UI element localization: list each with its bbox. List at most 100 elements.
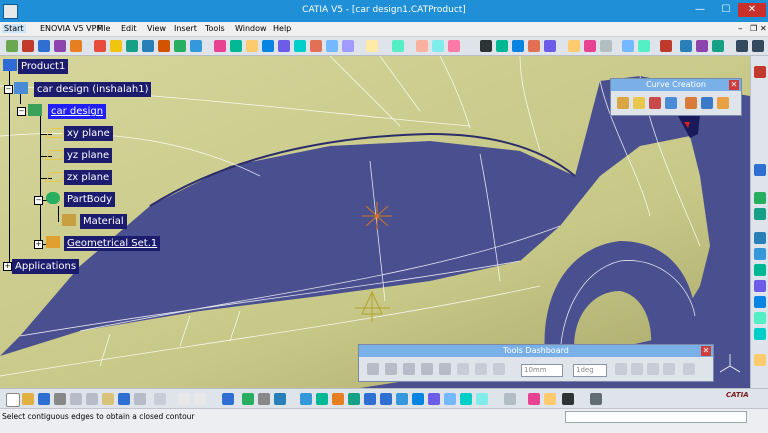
part-icon[interactable]: [28, 104, 42, 116]
tool-icon[interactable]: [622, 40, 634, 52]
tool-icon[interactable]: [504, 393, 516, 405]
undo-icon[interactable]: [118, 393, 130, 405]
view-icon[interactable]: [412, 393, 424, 405]
menu-enovia[interactable]: ENOVIA V5 VPM: [40, 24, 103, 33]
table-icon[interactable]: [222, 393, 234, 405]
tool-icon[interactable]: [392, 40, 404, 52]
view-icon[interactable]: [428, 393, 440, 405]
tree-node-zx-plane[interactable]: zx plane: [64, 170, 113, 185]
copy-icon[interactable]: [86, 393, 98, 405]
open-file-icon[interactable]: [22, 393, 34, 405]
connect-curve-icon[interactable]: [665, 97, 677, 109]
close-button[interactable]: ✕: [738, 3, 766, 17]
doc-close-button[interactable]: ✕: [760, 24, 767, 33]
dashboard-tool-icon[interactable]: [647, 363, 659, 375]
expand-icon[interactable]: +: [3, 262, 12, 271]
fit-all-icon[interactable]: [316, 393, 328, 405]
hide-show-icon[interactable]: [460, 393, 472, 405]
geometrical-set-icon[interactable]: [46, 236, 60, 248]
spline-icon[interactable]: [617, 97, 629, 109]
tool-icon[interactable]: [246, 40, 258, 52]
tool-icon[interactable]: [22, 40, 34, 52]
tool-icon[interactable]: [70, 40, 82, 52]
zoom-out-icon[interactable]: [380, 393, 392, 405]
tree-node-geometrical-set[interactable]: Geometrical Set.1: [64, 236, 161, 251]
tools-dashboard-close-button[interactable]: ✕: [701, 346, 711, 356]
menu-file[interactable]: File: [97, 24, 110, 33]
tool-icon[interactable]: [432, 40, 444, 52]
tool-icon[interactable]: [242, 393, 254, 405]
angle-step-field[interactable]: 1deg: [573, 364, 607, 377]
comment-icon[interactable]: [194, 393, 206, 405]
dashboard-tool-icon[interactable]: [457, 363, 469, 375]
tool-icon[interactable]: [544, 393, 556, 405]
tool-icon[interactable]: [600, 40, 612, 52]
tool-icon[interactable]: [94, 40, 106, 52]
tree-node-xy-plane[interactable]: xy plane: [64, 126, 113, 141]
dashboard-tool-icon[interactable]: [367, 363, 379, 375]
collapse-icon[interactable]: −: [4, 85, 13, 94]
tool-icon[interactable]: [158, 40, 170, 52]
normal-view-icon[interactable]: [396, 393, 408, 405]
tree-node-product1[interactable]: Product1: [18, 59, 69, 74]
tool-icon[interactable]: [754, 192, 766, 204]
circle-icon[interactable]: [685, 97, 697, 109]
expand-icon[interactable]: +: [34, 240, 43, 249]
tool-icon[interactable]: [660, 40, 672, 52]
tool-icon[interactable]: [342, 40, 354, 52]
dashboard-tool-icon[interactable]: [439, 363, 451, 375]
tool-icon[interactable]: [528, 393, 540, 405]
dashboard-tool-icon[interactable]: [631, 363, 643, 375]
tool-icon[interactable]: [496, 40, 508, 52]
tool-icon[interactable]: [480, 40, 492, 52]
tool-icon[interactable]: [230, 40, 242, 52]
tool-icon[interactable]: [278, 40, 290, 52]
dashboard-tool-icon[interactable]: [663, 363, 675, 375]
collapse-icon[interactable]: −: [17, 107, 26, 116]
helix-icon[interactable]: [717, 97, 729, 109]
menu-insert[interactable]: Insert: [174, 24, 197, 33]
tool-icon[interactable]: [754, 208, 766, 220]
tool-icon[interactable]: [326, 40, 338, 52]
formula-icon[interactable]: [178, 393, 190, 405]
grid-icon[interactable]: [683, 363, 695, 375]
corner-icon[interactable]: [649, 97, 661, 109]
menu-window[interactable]: Window: [235, 24, 267, 33]
doc-minimize-button[interactable]: –: [738, 24, 743, 34]
maximize-button[interactable]: ☐: [716, 3, 736, 17]
tree-node-material[interactable]: Material: [80, 214, 127, 229]
tree-node-partbody[interactable]: PartBody: [64, 192, 115, 207]
tool-icon[interactable]: [568, 40, 580, 52]
tool-icon[interactable]: [752, 40, 764, 52]
tool-icon[interactable]: [38, 40, 50, 52]
tool-icon[interactable]: [590, 393, 602, 405]
tool-icon[interactable]: [262, 40, 274, 52]
select-arrow-icon[interactable]: [754, 164, 766, 176]
command-input[interactable]: [565, 411, 747, 423]
new-file-icon[interactable]: [6, 393, 20, 407]
help-icon[interactable]: [154, 393, 166, 405]
partbody-gear-icon[interactable]: [46, 192, 60, 204]
product-icon[interactable]: [3, 59, 17, 71]
tool-icon[interactable]: [528, 40, 540, 52]
menu-tools[interactable]: Tools: [205, 24, 225, 33]
dashboard-tool-icon[interactable]: [615, 363, 627, 375]
tool-icon[interactable]: [754, 248, 766, 260]
pan-icon[interactable]: [332, 393, 344, 405]
tool-icon[interactable]: [680, 40, 692, 52]
tool-icon[interactable]: [294, 40, 306, 52]
tree-node-part[interactable]: car design: [48, 104, 107, 119]
save-icon[interactable]: [38, 393, 50, 405]
dashboard-tool-icon[interactable]: [475, 363, 487, 375]
tool-icon[interactable]: [126, 40, 138, 52]
tool-icon[interactable]: [274, 393, 286, 405]
tool-icon[interactable]: [258, 393, 270, 405]
tool-icon[interactable]: [190, 40, 202, 52]
length-step-field[interactable]: 10mm: [521, 364, 563, 377]
print-icon[interactable]: [54, 393, 66, 405]
dashboard-tool-icon[interactable]: [493, 363, 505, 375]
zoom-in-icon[interactable]: [364, 393, 376, 405]
tool-icon[interactable]: [416, 40, 428, 52]
tool-icon[interactable]: [512, 40, 524, 52]
tool-icon[interactable]: [754, 232, 766, 244]
